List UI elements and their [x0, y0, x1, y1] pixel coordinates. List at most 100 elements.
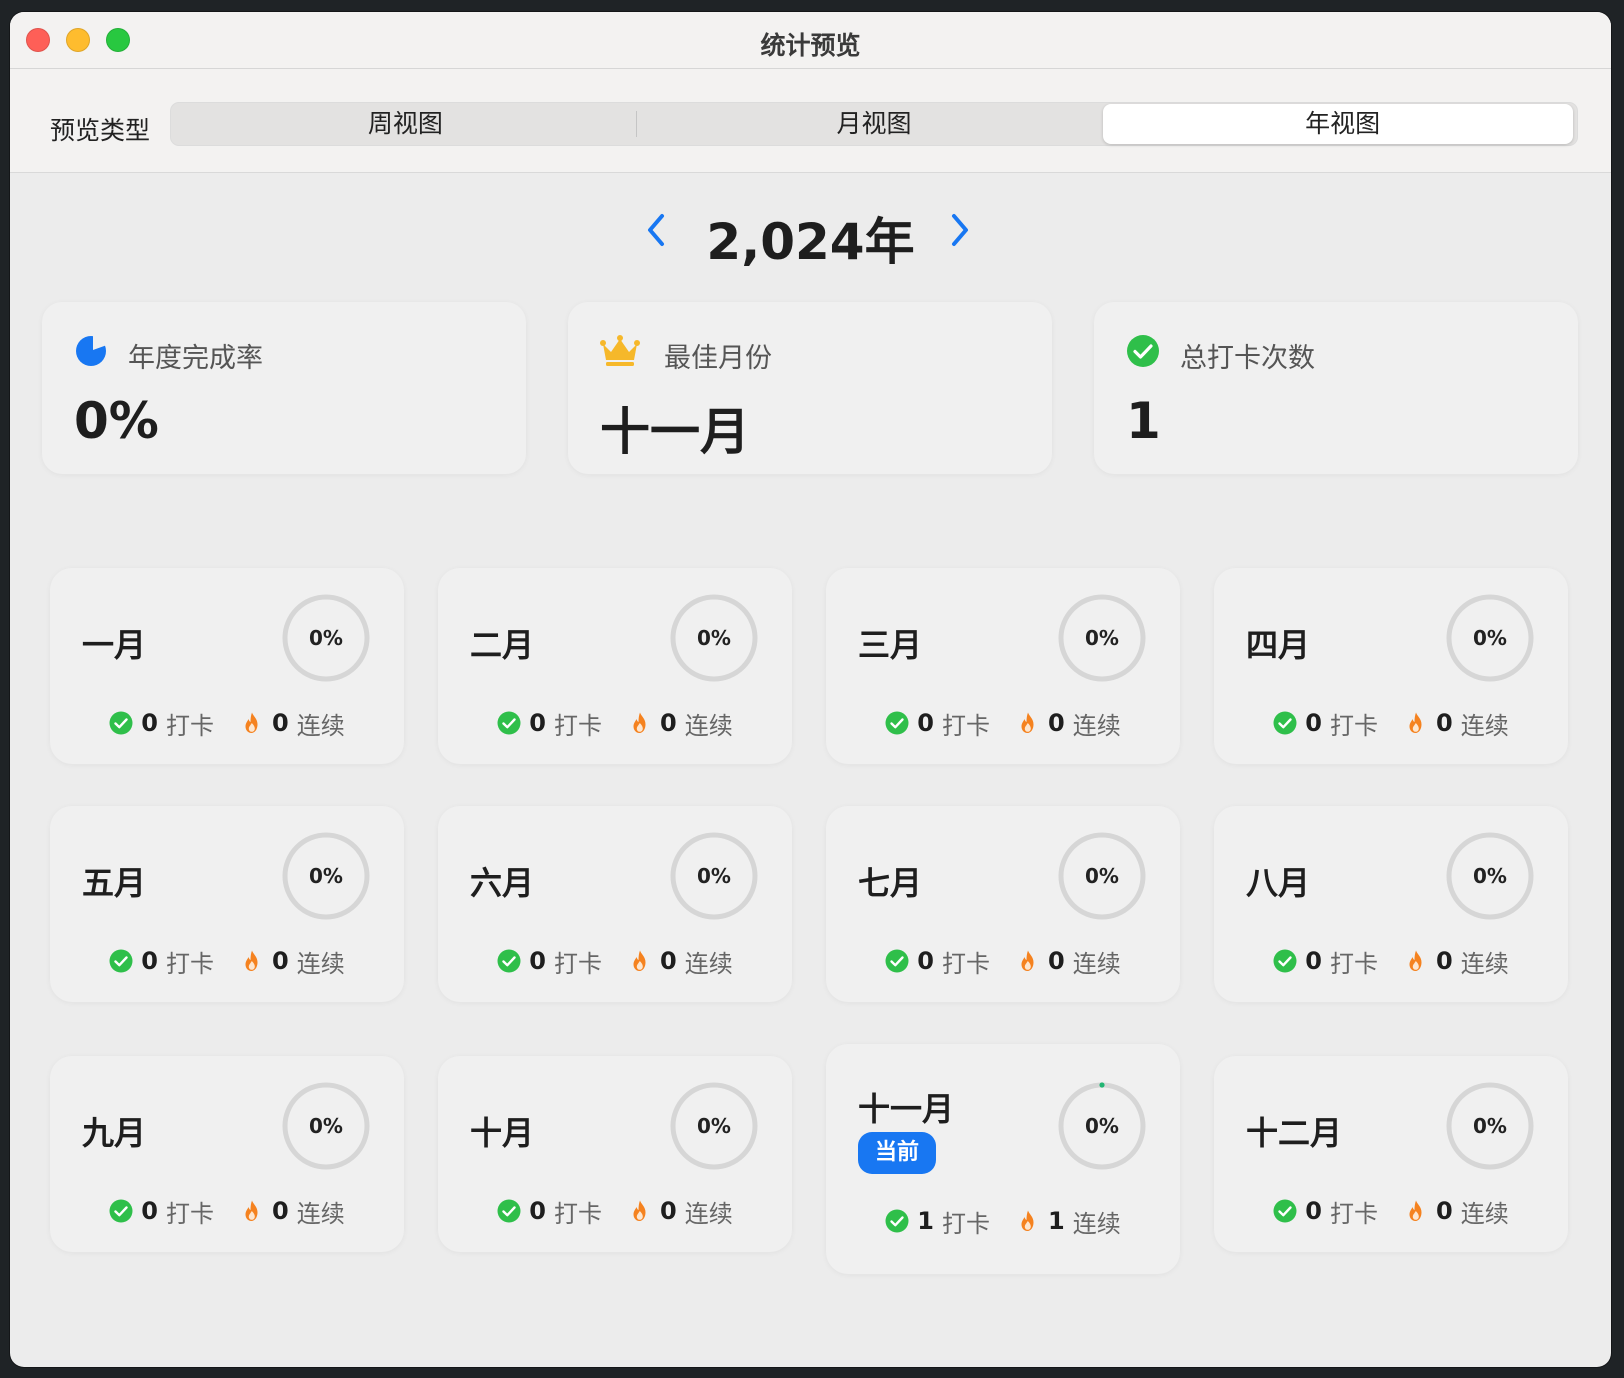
streak-label: 连续: [684, 711, 733, 740]
checkin-number: 0: [141, 709, 158, 737]
month-stats: 0 打卡 0 连续: [1214, 706, 1568, 740]
month-card[interactable]: 九月 0% 0 打卡 0 连续: [50, 1056, 404, 1252]
check-circle-icon: [497, 711, 521, 735]
month-name: 七月: [858, 864, 923, 902]
month-name: 六月: [470, 864, 535, 902]
tab-week-view[interactable]: 周视图: [171, 103, 640, 145]
streak-label: 连续: [684, 949, 733, 978]
streak-number: 0: [1048, 709, 1065, 737]
check-circle-icon: [885, 949, 909, 973]
title-bar: 统计预览: [10, 12, 1611, 69]
month-stats: 0 打卡 0 连续: [438, 944, 792, 978]
month-percent: 0%: [309, 626, 343, 650]
streak-number: 0: [272, 947, 289, 975]
streak-count: 0 连续: [1404, 706, 1509, 741]
checkin-label: 打卡: [554, 711, 602, 740]
checkin-number: 0: [529, 709, 546, 737]
next-year-button[interactable]: [942, 208, 976, 252]
month-percent: 0%: [309, 864, 343, 888]
month-card[interactable]: 十一月 当前 0% 1 打卡 1 连续: [826, 1044, 1180, 1274]
current-month-badge: 当前: [858, 1132, 937, 1174]
stats-window: 统计预览 预览类型 周视图 月视图 年视图 2,024年 年度完成率 0% 最佳…: [10, 12, 1611, 1367]
flame-icon: [1021, 950, 1034, 971]
streak-number: 0: [660, 709, 677, 737]
checkin-label: 打卡: [1330, 711, 1378, 740]
month-card[interactable]: 六月 0% 0 打卡 0 连续: [438, 806, 792, 1002]
checkin-label: 打卡: [942, 949, 990, 978]
month-card[interactable]: 七月 0% 0 打卡 0 连续: [826, 806, 1180, 1002]
checkin-count: 0 打卡: [1273, 706, 1378, 741]
month-percent: 0%: [1085, 1114, 1119, 1138]
checkin-count: 0 打卡: [109, 944, 214, 979]
month-card[interactable]: 八月 0% 0 打卡 0 连续: [1214, 806, 1568, 1002]
month-percent: 0%: [697, 864, 731, 888]
month-card[interactable]: 二月 0% 0 打卡 0 连续: [438, 568, 792, 764]
streak-number: 1: [1048, 1207, 1065, 1235]
month-name: 十一月: [858, 1090, 955, 1128]
checkin-count: 0 打卡: [1273, 1194, 1378, 1229]
streak-count: 0 连续: [628, 1194, 733, 1229]
flame-icon: [633, 950, 646, 971]
month-card[interactable]: 一月 0% 0 打卡 0 连续: [50, 568, 404, 764]
best-month-card: 最佳月份 十一月: [568, 302, 1052, 474]
checkin-label: 打卡: [166, 1199, 214, 1228]
month-card[interactable]: 三月 0% 0 打卡 0 连续: [826, 568, 1180, 764]
check-circle-icon: [1273, 1199, 1297, 1223]
check-circle-icon: [885, 1209, 909, 1233]
total-checkins-card: 总打卡次数 1: [1094, 302, 1578, 474]
checkin-number: 0: [141, 947, 158, 975]
checkin-label: 打卡: [942, 1209, 990, 1238]
year-navigator: 2,024年: [10, 202, 1611, 271]
stat-label: 年度完成率: [128, 343, 263, 374]
checkin-number: 0: [917, 947, 934, 975]
streak-count: 0 连续: [1016, 706, 1121, 741]
checkin-count: 0 打卡: [497, 944, 602, 979]
month-name: 十月: [470, 1114, 535, 1152]
month-card[interactable]: 十月 0% 0 打卡 0 连续: [438, 1056, 792, 1252]
month-card[interactable]: 四月 0% 0 打卡 0 连续: [1214, 568, 1568, 764]
streak-number: 0: [272, 709, 289, 737]
window-title: 统计预览: [760, 31, 861, 60]
year-title: 2,024年: [706, 213, 915, 271]
month-card[interactable]: 十二月 0% 0 打卡 0 连续: [1214, 1056, 1568, 1252]
stat-value: 十一月: [600, 403, 750, 461]
month-stats: 0 打卡 0 连续: [50, 944, 404, 978]
stat-label: 总打卡次数: [1180, 343, 1315, 374]
tab-month-view[interactable]: 月视图: [640, 103, 1109, 145]
tab-year-view[interactable]: 年视图: [1108, 103, 1577, 145]
checkin-number: 1: [917, 1207, 934, 1235]
flame-icon: [1021, 1210, 1034, 1231]
streak-label: 连续: [1072, 711, 1121, 740]
stat-label: 最佳月份: [664, 343, 772, 374]
check-circle-icon: [109, 949, 133, 973]
month-card[interactable]: 五月 0% 0 打卡 0 连续: [50, 806, 404, 1002]
checkin-number: 0: [529, 947, 546, 975]
month-name: 二月: [470, 626, 535, 664]
streak-count: 0 连续: [628, 944, 733, 979]
checkin-label: 打卡: [166, 949, 214, 978]
check-circle-icon: [497, 1199, 521, 1223]
checkin-number: 0: [1305, 947, 1322, 975]
month-percent: 0%: [1473, 626, 1507, 650]
month-percent: 0%: [697, 626, 731, 650]
month-stats: 0 打卡 0 连续: [50, 1194, 404, 1228]
month-name: 三月: [858, 626, 923, 664]
month-stats: 0 打卡 0 连续: [826, 706, 1180, 740]
check-circle-icon: [1273, 711, 1297, 735]
flame-icon: [633, 1200, 646, 1221]
streak-label: 连续: [296, 711, 345, 740]
streak-label: 连续: [296, 949, 345, 978]
streak-count: 1 连续: [1016, 1204, 1121, 1239]
month-stats: 1 打卡 1 连续: [826, 1204, 1180, 1238]
streak-number: 0: [272, 1197, 289, 1225]
check-circle-icon: [497, 949, 521, 973]
streak-count: 0 连续: [628, 706, 733, 741]
month-stats: 0 打卡 0 连续: [50, 706, 404, 740]
checkin-count: 0 打卡: [109, 1194, 214, 1229]
checkin-count: 0 打卡: [497, 706, 602, 741]
chevron-right-icon: [952, 214, 968, 246]
streak-number: 0: [1048, 947, 1065, 975]
month-percent: 0%: [1473, 1114, 1507, 1138]
streak-count: 0 连续: [240, 706, 345, 741]
check-circle-icon: [885, 711, 909, 735]
